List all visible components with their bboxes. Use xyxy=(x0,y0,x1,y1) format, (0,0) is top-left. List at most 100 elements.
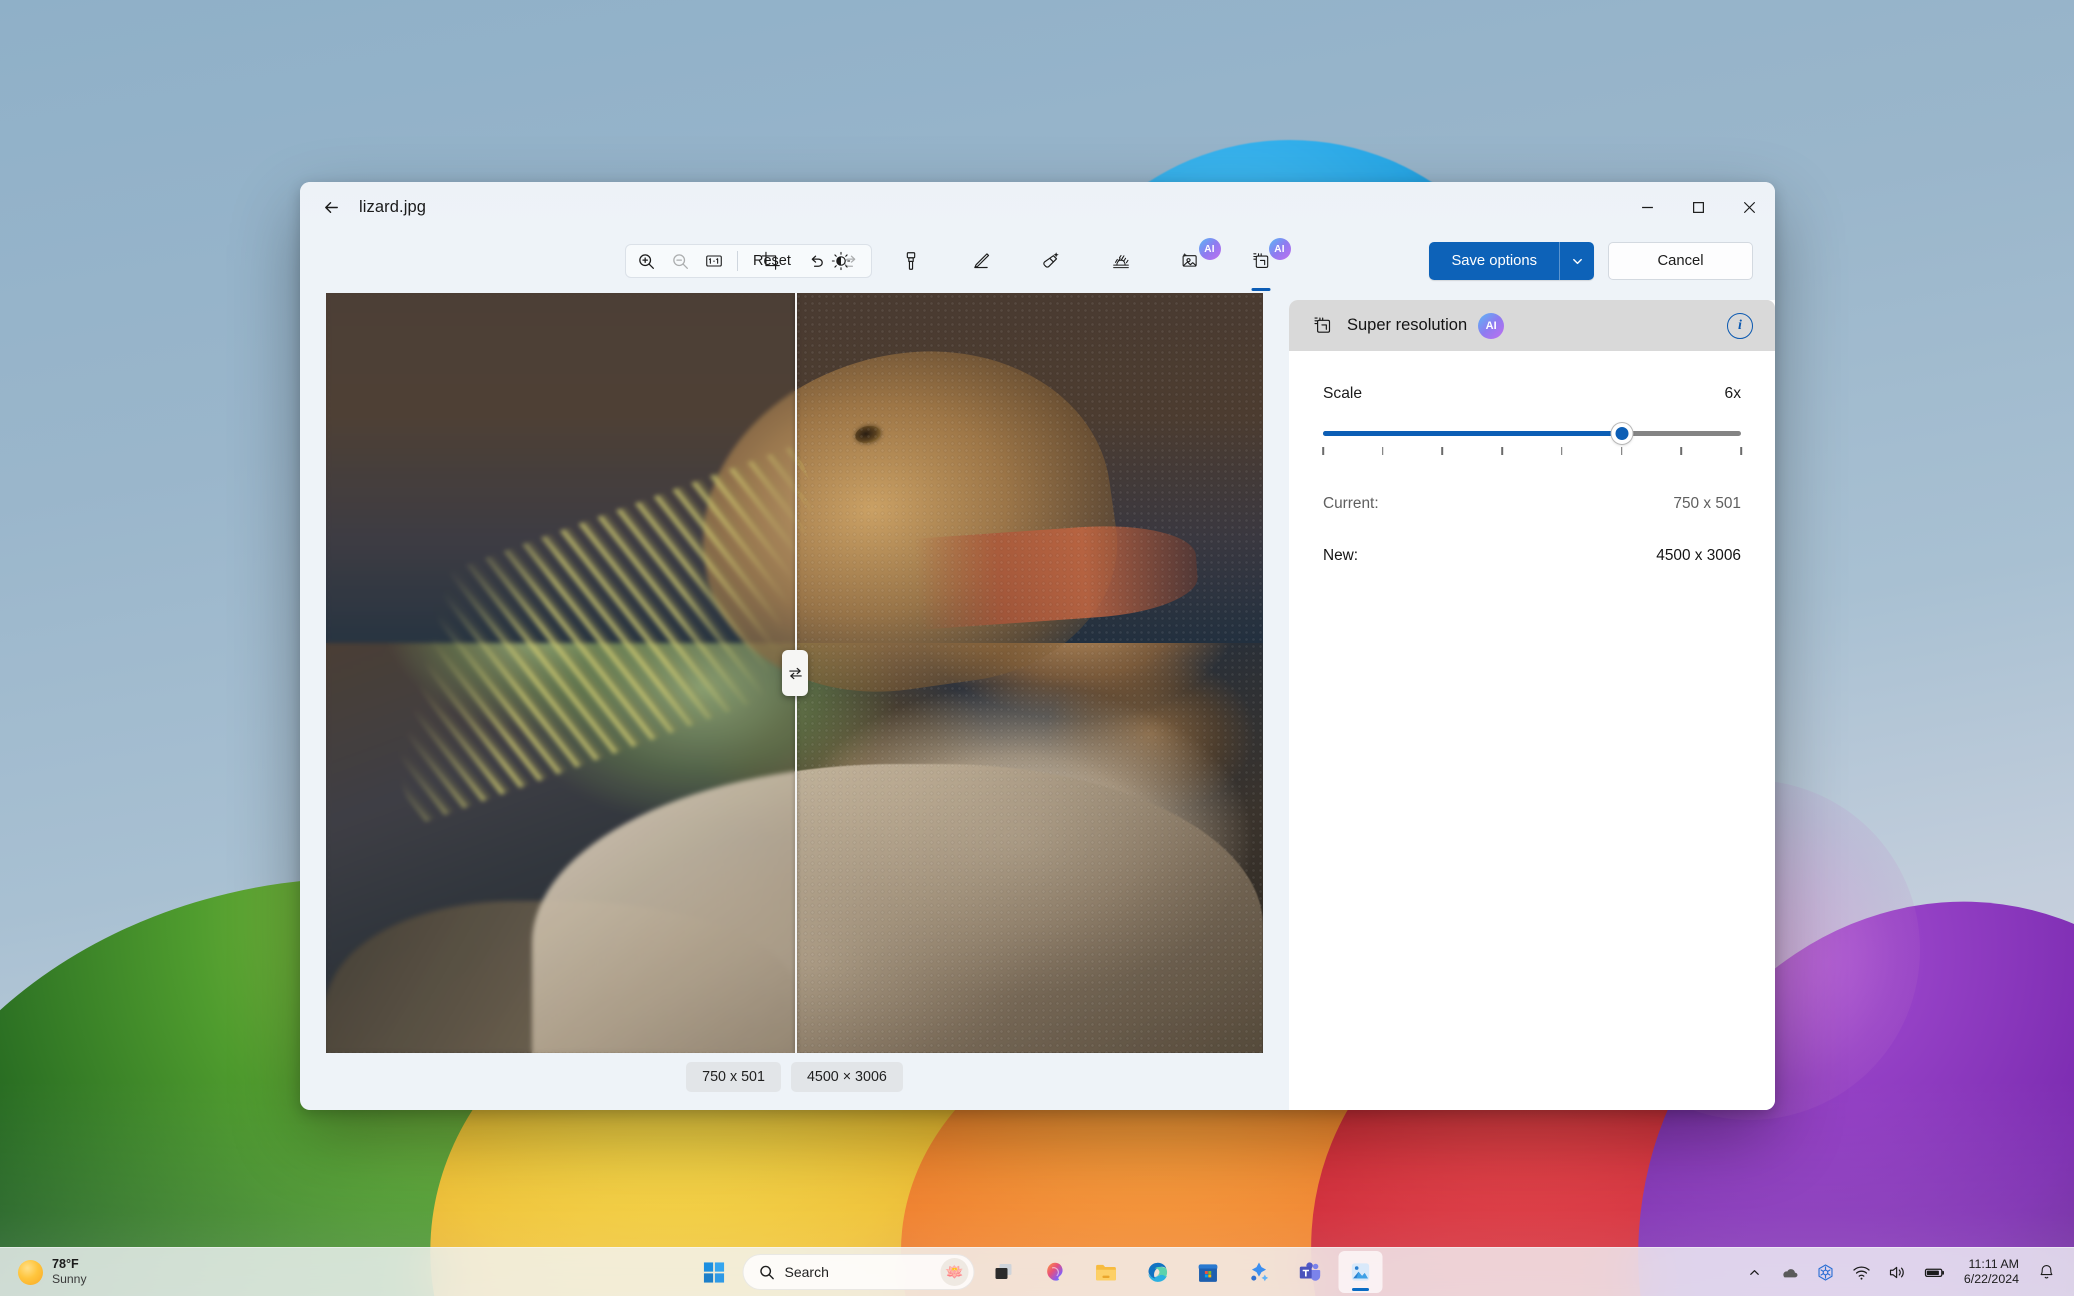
tray-volume-button[interactable] xyxy=(1881,1252,1914,1292)
search-box[interactable]: Search 🪷 xyxy=(742,1254,975,1290)
info-button[interactable]: i xyxy=(1727,312,1753,339)
tool-generative-erase[interactable]: AI xyxy=(1170,238,1221,282)
slider-ticks xyxy=(1322,447,1742,456)
back-arrow-icon xyxy=(324,201,338,213)
speaker-icon xyxy=(1889,1266,1904,1278)
lotus-icon[interactable]: 🪷 xyxy=(940,1258,969,1286)
slider-tick xyxy=(1441,447,1444,455)
tool-adjustment[interactable] xyxy=(820,240,862,282)
slider-tick xyxy=(1680,447,1683,455)
minimize-button[interactable] xyxy=(1622,182,1673,232)
maximize-button[interactable] xyxy=(1673,182,1724,232)
panel-title: Super resolution xyxy=(1347,316,1468,334)
taskbar-app-file-explorer[interactable] xyxy=(1084,1251,1128,1293)
back-button[interactable] xyxy=(314,191,348,223)
task-view-icon xyxy=(995,1264,1012,1279)
image-canvas-area: 750 x 501 4500 × 3006 xyxy=(300,290,1289,1110)
swap-arrows-icon xyxy=(789,667,802,679)
toolbar-divider xyxy=(737,251,738,271)
tool-super-resolution[interactable]: AI xyxy=(1240,238,1291,291)
slider-tick xyxy=(1381,447,1384,455)
taskbar-app-edge[interactable] xyxy=(1135,1251,1179,1293)
weather-temperature: 78°F xyxy=(52,1256,79,1271)
window-controls xyxy=(1622,182,1775,232)
new-value: 4500 x 3006 xyxy=(1656,547,1741,564)
wifi-icon xyxy=(1853,1265,1870,1280)
editor-toolbar: Reset AI AI Save options Cancel xyxy=(300,232,1775,291)
taskbar-center-group: Search 🪷 xyxy=(692,1251,1383,1293)
panel-content: Scale 6x Current: 750 x 501 New: 4500 x … xyxy=(1289,351,1775,565)
image-compare-stage[interactable] xyxy=(326,293,1263,1053)
copilot-icon xyxy=(1046,1262,1063,1281)
file-explorer-icon xyxy=(1095,1264,1116,1281)
compare-slider-handle[interactable] xyxy=(782,650,809,696)
tool-background-blur[interactable] xyxy=(1100,240,1142,282)
onedrive-icon xyxy=(1783,1268,1798,1277)
edge-icon xyxy=(1147,1262,1167,1282)
save-options-dropdown-button[interactable] xyxy=(1559,242,1594,280)
tray-overflow-button[interactable] xyxy=(1740,1252,1770,1292)
battery-icon xyxy=(1924,1268,1944,1277)
start-button[interactable] xyxy=(692,1251,736,1293)
slider-tick xyxy=(1561,447,1563,455)
weather-widget[interactable]: 78°F Sunny xyxy=(0,1250,101,1294)
current-value: 750 x 501 xyxy=(1673,495,1741,512)
brightness-icon xyxy=(831,251,850,271)
tool-pen[interactable] xyxy=(960,240,1002,282)
ai-badge: AI xyxy=(1478,312,1505,339)
weather-text: 78°F Sunny xyxy=(52,1257,87,1287)
zoom-in-button[interactable] xyxy=(629,246,663,276)
clock[interactable]: 11:11 AM 6/22/2024 xyxy=(1955,1252,2028,1292)
save-options-button[interactable]: Save options xyxy=(1429,242,1559,280)
system-tray: 11:11 AM 6/22/2024 xyxy=(1740,1252,2074,1292)
tool-erase[interactable] xyxy=(1030,240,1072,282)
taskbar-app-photos[interactable] xyxy=(1338,1251,1383,1293)
windows-start-icon xyxy=(703,1261,724,1283)
taskbar-app-designer[interactable] xyxy=(1237,1251,1281,1293)
magic-eraser-icon xyxy=(1042,252,1059,268)
close-icon xyxy=(1744,201,1755,213)
photos-editor-window: lizard.jpg Reset AI AI Save options Canc… xyxy=(300,182,1775,1110)
tool-marker[interactable] xyxy=(890,240,932,282)
chip-original-size[interactable]: 750 x 501 xyxy=(686,1062,781,1092)
photos-icon xyxy=(1351,1263,1370,1281)
new-label: New: xyxy=(1323,547,1359,564)
cancel-button[interactable]: Cancel xyxy=(1608,242,1753,280)
chevron-down-icon xyxy=(1572,258,1582,264)
marker-icon xyxy=(906,252,915,270)
close-button[interactable] xyxy=(1724,182,1775,232)
current-label: Current: xyxy=(1323,495,1379,512)
actual-size-button[interactable] xyxy=(697,246,731,276)
crop-icon xyxy=(761,251,780,270)
taskbar-app-task-view[interactable] xyxy=(982,1251,1026,1293)
zoom-out-button[interactable] xyxy=(663,246,697,276)
slider-tick xyxy=(1740,447,1742,455)
scale-row: Scale 6x xyxy=(1323,385,1741,403)
tray-network-button[interactable] xyxy=(1845,1252,1878,1292)
chip-new-size[interactable]: 4500 × 3006 xyxy=(790,1062,903,1092)
notifications-button[interactable] xyxy=(2031,1252,2062,1292)
scale-label: Scale xyxy=(1323,385,1363,402)
taskbar-app-teams[interactable] xyxy=(1288,1251,1332,1293)
ai-badge: AI xyxy=(1198,238,1221,260)
sun-icon xyxy=(18,1259,43,1285)
scale-slider[interactable] xyxy=(1322,423,1742,461)
taskbar-app-store[interactable] xyxy=(1186,1251,1230,1293)
editor-body: 750 x 501 4500 × 3006 Super resolution A… xyxy=(300,290,1775,1110)
bell-icon xyxy=(2040,1264,2053,1278)
toolbar-actions: Save options Cancel xyxy=(1429,242,1753,280)
tray-battery-button[interactable] xyxy=(1917,1252,1952,1292)
taskbar-app-copilot[interactable] xyxy=(1033,1251,1077,1293)
clock-date: 6/22/2024 xyxy=(1963,1272,2019,1286)
tray-onedrive-button[interactable] xyxy=(1773,1252,1806,1292)
zoom-out-icon xyxy=(672,253,688,269)
maximize-icon xyxy=(1693,201,1704,213)
panel-header: Super resolution AI i xyxy=(1289,300,1775,351)
size-comparison-chips: 750 x 501 4500 × 3006 xyxy=(686,1062,903,1092)
tray-update-button[interactable] xyxy=(1809,1252,1842,1292)
tool-crop[interactable] xyxy=(750,240,792,282)
taskbar: 78°F Sunny Search 🪷 11:11 AM 6/22/2024 xyxy=(0,1247,2074,1296)
slider-tick xyxy=(1620,447,1623,455)
clock-time: 11:11 AM xyxy=(1968,1256,2019,1271)
slider-thumb[interactable] xyxy=(1611,423,1633,444)
